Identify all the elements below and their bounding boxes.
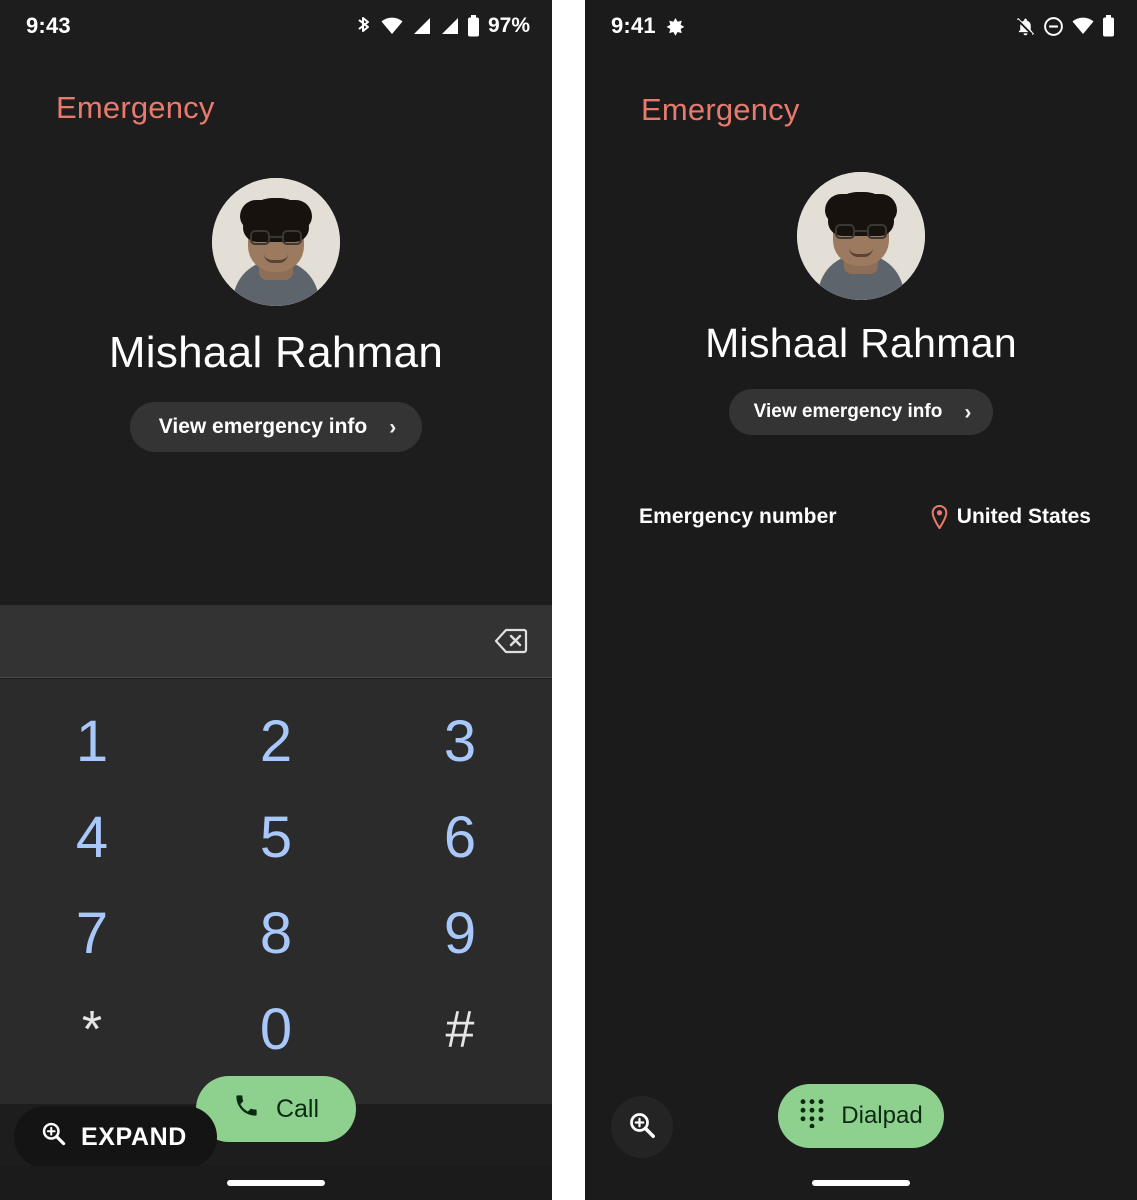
dial-number-field[interactable]	[0, 605, 552, 678]
magnifier-icon	[627, 1110, 657, 1145]
backspace-icon[interactable]	[494, 628, 528, 654]
dialpad-button[interactable]: Dialpad	[778, 1084, 944, 1148]
call-button[interactable]: Call	[196, 1076, 356, 1142]
home-gesture-bar[interactable]	[227, 1180, 325, 1186]
wifi-icon	[1071, 16, 1095, 36]
avatar	[797, 172, 925, 300]
dialpad-key-6[interactable]: 6	[368, 789, 552, 885]
dialpad-key-7[interactable]: 7	[0, 886, 184, 982]
two-phone-comparison: 9:43 97% Emergency Mishaal Rahman View e…	[0, 0, 1137, 1200]
navigation-bar-left	[0, 1166, 552, 1200]
status-bar-left-group: 9:41	[611, 13, 686, 39]
status-bar-right-group	[1015, 15, 1115, 37]
signal-sim2-icon	[439, 16, 460, 36]
phone-icon	[233, 1092, 260, 1126]
bluetooth-icon	[355, 15, 373, 37]
dialpad-key-1[interactable]: 1	[0, 693, 184, 789]
magnifier-icon	[40, 1120, 67, 1154]
emergency-number-label: Emergency number	[639, 505, 837, 528]
signal-sim1-icon	[411, 16, 432, 36]
dialpad-button-label: Dialpad	[841, 1102, 923, 1129]
avatar	[212, 178, 340, 306]
wifi-icon	[380, 16, 404, 36]
view-emergency-info-label: View emergency info	[753, 401, 943, 422]
chevron-right-icon: ›	[964, 400, 972, 424]
region-selector[interactable]: United States	[930, 505, 1091, 529]
emergency-number-row: Emergency number United States	[639, 505, 1091, 529]
chevron-right-icon: ›	[389, 415, 397, 439]
status-bar-left: 9:43 97%	[0, 0, 552, 52]
view-emergency-info-label: View emergency info	[158, 415, 368, 438]
status-bar-right-group: 97%	[355, 14, 530, 38]
phone-screen-right: 9:41 Emergency Mishaal Rahman View emerg…	[585, 0, 1137, 1200]
battery-icon	[467, 15, 480, 37]
expand-button[interactable]: EXPAND	[14, 1106, 217, 1168]
dialpad-key-2[interactable]: 2	[184, 693, 368, 789]
status-time: 9:41	[611, 13, 656, 38]
dialpad-key-hash[interactable]: #	[368, 982, 552, 1078]
magnifier-button[interactable]	[611, 1096, 673, 1158]
navigation-bar-right	[585, 1166, 1137, 1200]
page-title: Emergency	[641, 92, 800, 127]
expand-button-label: EXPAND	[81, 1122, 187, 1151]
status-time: 9:43	[26, 13, 71, 38]
emergency-star-icon	[665, 16, 686, 37]
contact-block-right: Mishaal Rahman View emergency info ›	[585, 172, 1137, 435]
view-emergency-info-button[interactable]: View emergency info ›	[129, 402, 423, 452]
dialpad-key-8[interactable]: 8	[184, 886, 368, 982]
view-emergency-info-button[interactable]: View emergency info ›	[728, 389, 994, 435]
region-label: United States	[956, 505, 1091, 528]
dialpad-key-4[interactable]: 4	[0, 789, 184, 885]
page-title: Emergency	[56, 90, 215, 125]
notifications-off-icon	[1015, 16, 1036, 37]
phone-screen-left: 9:43 97% Emergency Mishaal Rahman View e…	[0, 0, 552, 1200]
dialpad-key-9[interactable]: 9	[368, 886, 552, 982]
dialpad-grid: 1 2 3 4 5 6 7 8 9 * 0 #	[0, 679, 552, 1104]
location-pin-icon	[930, 505, 949, 529]
status-bar-left-group: 9:43	[26, 13, 71, 39]
dialpad-key-0[interactable]: 0	[184, 982, 368, 1078]
dialpad-key-star[interactable]: *	[0, 982, 184, 1078]
contact-name: Mishaal Rahman	[108, 328, 444, 377]
dialpad-key-5[interactable]: 5	[184, 789, 368, 885]
dialpad-key-3[interactable]: 3	[368, 693, 552, 789]
status-bar-right: 9:41	[585, 0, 1137, 52]
battery-icon	[1102, 15, 1115, 37]
contact-name: Mishaal Rahman	[705, 320, 1017, 366]
do-not-disturb-icon	[1043, 16, 1064, 37]
image-gutter	[552, 0, 585, 1200]
dialpad-grid-icon	[799, 1098, 825, 1135]
contact-block-left: Mishaal Rahman View emergency info ›	[0, 178, 552, 452]
call-button-label: Call	[275, 1094, 320, 1123]
battery-percent: 97%	[487, 14, 530, 37]
home-gesture-bar[interactable]	[812, 1180, 910, 1186]
